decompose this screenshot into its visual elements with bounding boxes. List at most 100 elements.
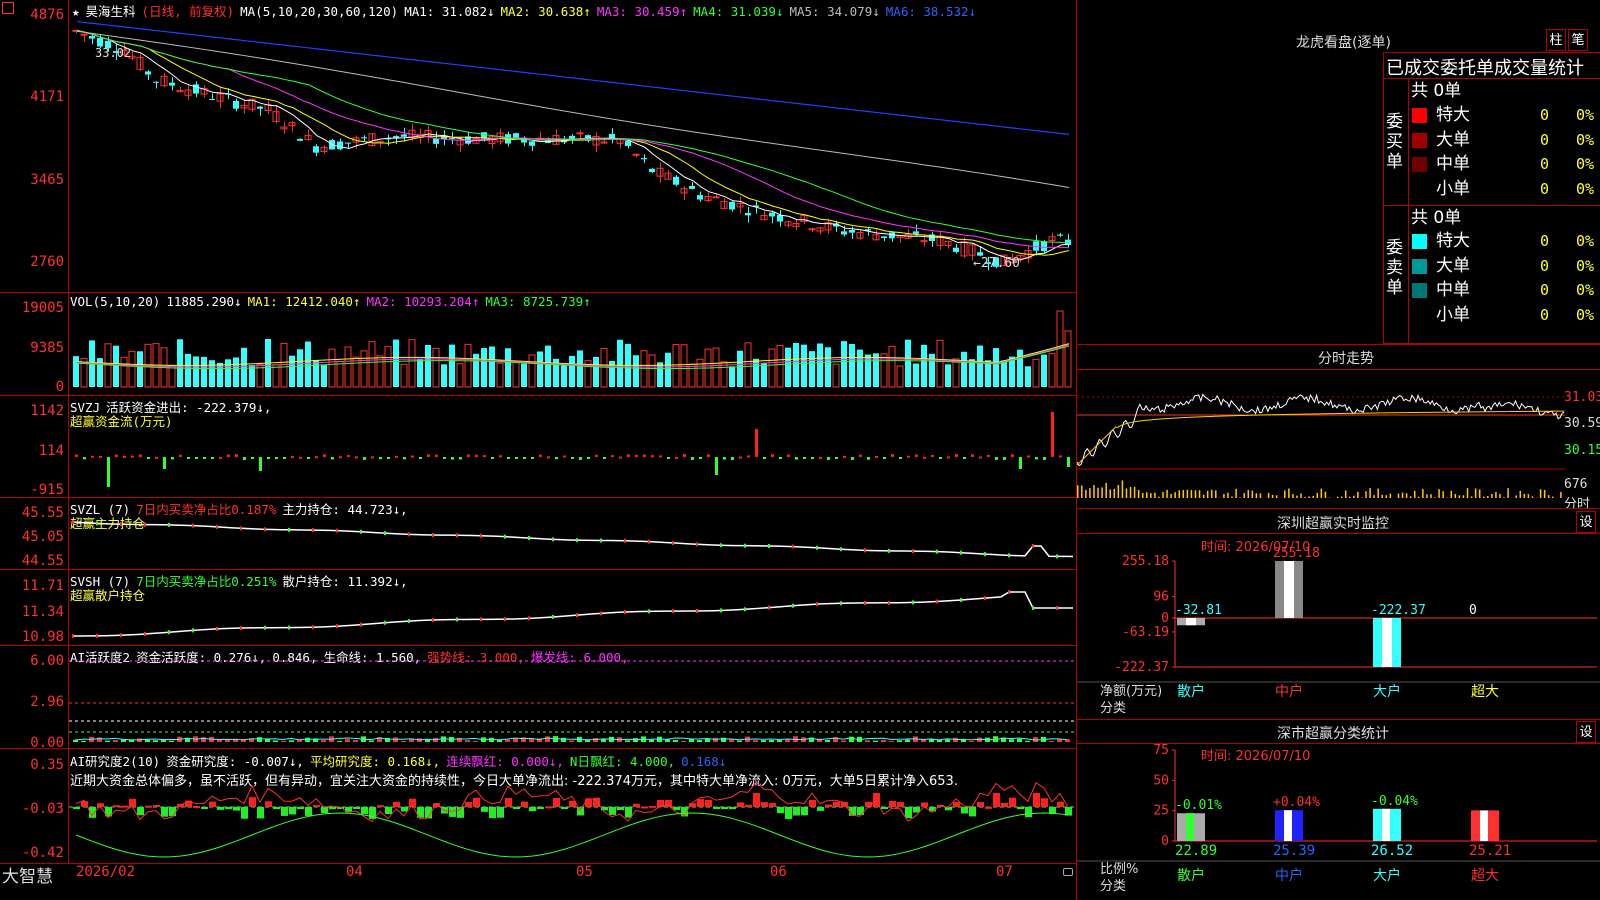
intraday-vol-bar — [1194, 490, 1197, 498]
research-bar — [641, 806, 648, 809]
class-settings-button[interactable]: 设 — [1576, 721, 1596, 743]
candle — [673, 176, 679, 185]
fund-flow-bar — [211, 457, 214, 459]
research-bar — [209, 801, 216, 807]
fund-flow-bar — [939, 457, 942, 459]
candle — [401, 134, 407, 137]
ai1-label: 2.96 — [30, 694, 64, 710]
activity-bar — [825, 740, 830, 742]
class-change-label: -0.01% — [1175, 798, 1222, 813]
legend-swatch — [1412, 307, 1427, 323]
activity-bar — [225, 739, 230, 742]
svzj-label: 114 — [38, 443, 64, 459]
fund-flow-bar — [227, 454, 230, 457]
intraday-vol-bar — [1251, 490, 1254, 498]
volume-bar — [456, 363, 464, 388]
indicator-tick — [984, 552, 986, 557]
candle — [729, 201, 735, 210]
intraday-vol-bar — [1288, 488, 1290, 498]
activity-bar — [97, 737, 102, 742]
fund-flow-bar — [395, 455, 398, 458]
moving-average-line — [76, 20, 1070, 135]
volume-bar — [648, 354, 656, 388]
indicator-tick — [168, 522, 170, 527]
stroke-mode-button[interactable]: 笔 — [1568, 29, 1588, 51]
fund-flow-bar — [507, 457, 510, 459]
research-bar — [1017, 807, 1024, 809]
activity-chart[interactable] — [69, 646, 1076, 748]
monitor-settings-button[interactable]: 设 — [1576, 511, 1596, 533]
indicator-tick — [696, 608, 698, 613]
fund-flow-bar — [379, 457, 382, 460]
volume-bar — [321, 365, 327, 387]
intraday-chart[interactable] — [1077, 370, 1565, 508]
fund-flow-bar — [947, 456, 950, 459]
volume-bar — [352, 356, 360, 388]
indicator-tick — [528, 536, 530, 541]
indicator-line — [72, 591, 1073, 637]
fund-flow-chart[interactable] — [69, 396, 1076, 497]
indicator-tick — [672, 540, 674, 545]
indicator-tick — [888, 600, 890, 605]
research-bar — [609, 807, 616, 815]
fund-flow-bar — [619, 456, 622, 459]
indicator-tick — [504, 617, 506, 622]
intraday-vol-bar — [1170, 494, 1172, 498]
intraday-vol-bar — [1081, 485, 1083, 498]
activity-bar — [425, 739, 430, 742]
volume-bar — [233, 357, 239, 387]
retail-holding-chart[interactable] — [69, 570, 1076, 645]
volume-bar — [113, 345, 119, 387]
indicator-tick — [960, 550, 962, 555]
main-holding-chart[interactable] — [69, 498, 1076, 569]
research-bar — [617, 807, 624, 811]
research-chart[interactable] — [69, 749, 1076, 863]
volume-chart[interactable] — [69, 293, 1076, 395]
volume-bar — [225, 359, 231, 387]
monitor-bar — [1275, 561, 1303, 618]
activity-bar — [1025, 740, 1030, 742]
volume-bar — [1025, 366, 1031, 387]
intraday-vol-bar — [1462, 495, 1465, 498]
research-bar — [449, 807, 456, 817]
monitor-axis-label: 0 — [1161, 611, 1169, 626]
candle — [649, 168, 655, 173]
research-bar — [649, 805, 656, 808]
intraday-vol-bar — [1109, 489, 1111, 498]
bar-mode-button[interactable]: 柱 — [1546, 29, 1566, 51]
research-bar — [969, 807, 976, 817]
average-research-line — [75, 812, 1069, 858]
research-bar — [537, 807, 544, 809]
fund-flow-bar — [267, 457, 270, 459]
volume-bar — [857, 349, 863, 387]
volume-bar — [272, 364, 280, 388]
fund-flow-bar — [115, 454, 118, 457]
fenshi-title: 分时走势 — [1318, 351, 1374, 367]
volume-bar — [945, 364, 951, 387]
order-type-label: 中单 — [1436, 154, 1470, 174]
intraday-vol-bar — [1365, 491, 1367, 498]
intraday-vol-bar — [1097, 487, 1099, 498]
class-cat-label: 分类 — [1100, 879, 1127, 894]
lock-icon[interactable] — [1063, 868, 1073, 876]
class-topline — [1077, 719, 1600, 720]
date-label: 06 — [770, 864, 787, 880]
class-change-label: -0.04% — [1371, 794, 1418, 809]
class-chart[interactable]: 75 50 25 0 -0.01% 22.89 +0.04% 25.39 -0.04% 26.52… — [1077, 744, 1600, 900]
research-bar — [737, 802, 744, 807]
candlestick-chart[interactable] — [69, 16, 1076, 292]
fund-flow-bar — [595, 454, 598, 457]
research-bar — [161, 807, 168, 817]
research-bar — [809, 799, 816, 807]
svsh-label: 11.34 — [21, 604, 64, 620]
class-axis-label: 75 — [1153, 744, 1169, 758]
volume-bar — [313, 360, 319, 387]
activity-bar — [929, 739, 934, 742]
monitor-value-label: 255.18 — [1273, 546, 1320, 561]
activity-bar — [873, 740, 878, 742]
volume-bar — [393, 339, 399, 387]
indicator-tick — [864, 600, 866, 605]
fund-flow-bar — [779, 457, 782, 459]
activity-bar — [705, 738, 710, 742]
monitor-bar — [1373, 618, 1401, 667]
